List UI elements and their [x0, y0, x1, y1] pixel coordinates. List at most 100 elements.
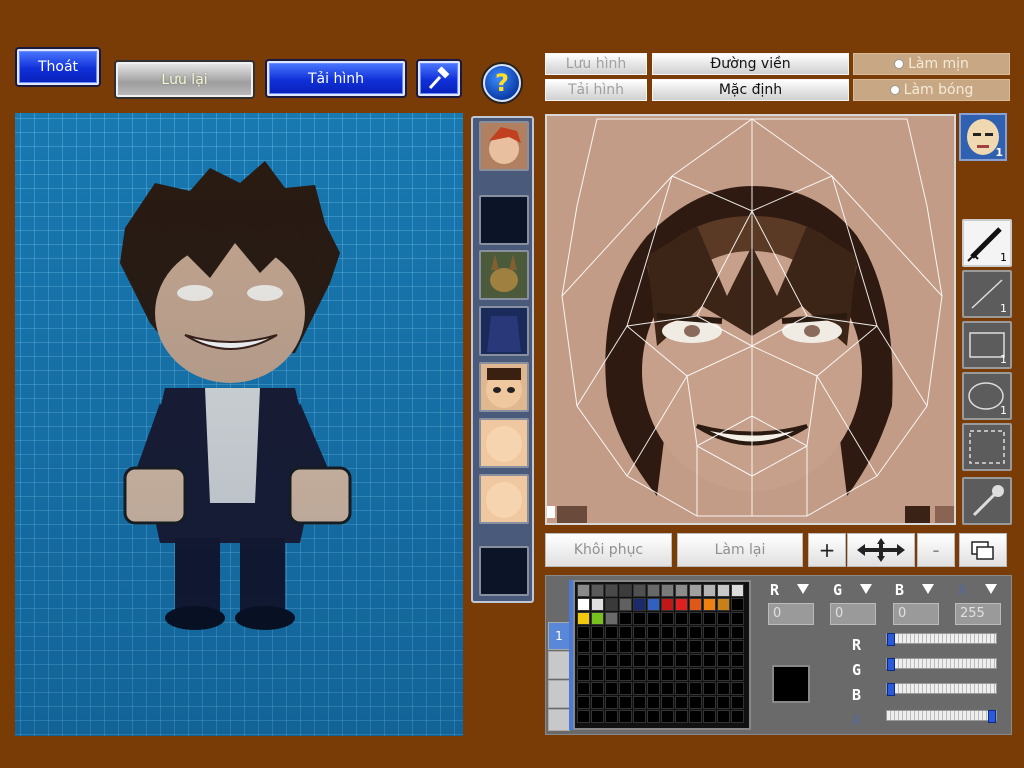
save-button[interactable]: Lưu lại — [116, 62, 253, 97]
palette-cell[interactable] — [591, 584, 604, 597]
default-button[interactable]: Mặc định — [652, 79, 849, 101]
pen-tool[interactable]: 1 — [962, 219, 1012, 267]
palette-cell[interactable] — [577, 696, 590, 709]
palette-cell[interactable] — [675, 598, 688, 611]
palette-cell[interactable] — [675, 654, 688, 667]
part-slot-creature[interactable] — [479, 250, 529, 300]
palette-cell[interactable] — [591, 612, 604, 625]
palette-cell[interactable] — [675, 640, 688, 653]
load-image-button[interactable]: Tải hình — [545, 79, 647, 101]
save-image-button[interactable]: Lưu hình — [545, 53, 647, 75]
palette-cell[interactable] — [633, 682, 646, 695]
palette-cell[interactable] — [661, 598, 674, 611]
palette-cell[interactable] — [577, 710, 590, 723]
palette-cell[interactable] — [619, 626, 632, 639]
palette-cell[interactable] — [675, 696, 688, 709]
green-slider[interactable] — [886, 658, 997, 671]
part-slot-face-2[interactable] — [479, 418, 529, 468]
palette-cell[interactable] — [689, 696, 702, 709]
palette-cell[interactable] — [661, 668, 674, 681]
red-slider-knob[interactable] — [887, 633, 895, 646]
palette-cell[interactable] — [633, 626, 646, 639]
alpha-value-input[interactable]: 255 — [955, 603, 1001, 625]
part-slot-head[interactable] — [479, 121, 529, 171]
palette-cell[interactable] — [647, 584, 660, 597]
palette-cell[interactable] — [689, 612, 702, 625]
palette-cell[interactable] — [577, 598, 590, 611]
palette-cell[interactable] — [647, 598, 660, 611]
palette-cell[interactable] — [605, 640, 618, 653]
palette-cell[interactable] — [647, 640, 660, 653]
palette-cell[interactable] — [647, 612, 660, 625]
palette-cell[interactable] — [689, 640, 702, 653]
palette-cell[interactable] — [689, 654, 702, 667]
palette-cell[interactable] — [605, 626, 618, 639]
palette-cell[interactable] — [689, 668, 702, 681]
palette-cell[interactable] — [675, 668, 688, 681]
palette-cell[interactable] — [717, 598, 730, 611]
shade-radio[interactable]: Làm bóng — [853, 79, 1010, 101]
palette-cell[interactable] — [717, 668, 730, 681]
palette-cell[interactable] — [717, 710, 730, 723]
palette-cell[interactable] — [689, 626, 702, 639]
help-button[interactable]: ? — [483, 64, 521, 102]
palette-cell[interactable] — [591, 626, 604, 639]
palette-cell[interactable] — [591, 654, 604, 667]
palette-cell[interactable] — [619, 584, 632, 597]
palette-cell[interactable] — [731, 710, 744, 723]
palette-cell[interactable] — [619, 696, 632, 709]
palette-tab-4[interactable] — [548, 709, 570, 731]
zoom-in-button[interactable]: + — [808, 533, 846, 567]
palette-cell[interactable] — [633, 598, 646, 611]
palette-cell[interactable] — [703, 682, 716, 695]
palette-cell[interactable] — [619, 668, 632, 681]
palette-cell[interactable] — [717, 696, 730, 709]
select-tool[interactable] — [962, 423, 1012, 471]
palette-cell[interactable] — [661, 654, 674, 667]
palette-cell[interactable] — [703, 654, 716, 667]
palette-cell[interactable] — [661, 682, 674, 695]
part-slot-face-3[interactable] — [479, 474, 529, 524]
face-thumbnail[interactable]: 1 — [959, 113, 1007, 161]
palette-cell[interactable] — [591, 668, 604, 681]
hammer-button[interactable] — [418, 61, 460, 96]
palette-cell[interactable] — [675, 612, 688, 625]
palette-cell[interactable] — [591, 710, 604, 723]
palette-cell[interactable] — [605, 654, 618, 667]
palette-tab-1[interactable]: 1 — [548, 622, 570, 650]
palette-cell[interactable] — [633, 696, 646, 709]
palette-cell[interactable] — [731, 584, 744, 597]
palette-cell[interactable] — [731, 696, 744, 709]
palette-cell[interactable] — [731, 654, 744, 667]
redo-button[interactable]: Làm lại — [677, 533, 803, 567]
alpha-dropdown-icon[interactable] — [983, 582, 999, 596]
blue-slider-knob[interactable] — [887, 683, 895, 696]
zoom-out-button[interactable]: - — [917, 533, 955, 567]
palette-cell[interactable] — [605, 598, 618, 611]
layers-button[interactable] — [959, 533, 1007, 567]
part-slot-empty-2[interactable] — [479, 546, 529, 596]
palette-cell[interactable] — [703, 696, 716, 709]
palette-cell[interactable] — [619, 682, 632, 695]
palette-cell[interactable] — [689, 682, 702, 695]
palette-cell[interactable] — [661, 612, 674, 625]
palette-cell[interactable] — [591, 696, 604, 709]
blue-slider[interactable] — [886, 683, 997, 696]
palette-cell[interactable] — [689, 598, 702, 611]
move-button[interactable] — [847, 533, 915, 567]
palette-cell[interactable] — [731, 640, 744, 653]
palette-cell[interactable] — [633, 710, 646, 723]
part-slot-face-1[interactable] — [479, 362, 529, 412]
palette-cell[interactable] — [591, 640, 604, 653]
palette-cell[interactable] — [731, 598, 744, 611]
alpha-slider-knob[interactable] — [988, 710, 996, 723]
palette-cell[interactable] — [605, 668, 618, 681]
palette-cell[interactable] — [619, 654, 632, 667]
palette-cell[interactable] — [647, 696, 660, 709]
palette-cell[interactable] — [633, 640, 646, 653]
palette-cell[interactable] — [633, 654, 646, 667]
palette-cell[interactable] — [619, 640, 632, 653]
part-slot-outfit[interactable] — [479, 306, 529, 356]
palette-cell[interactable] — [661, 710, 674, 723]
palette-cell[interactable] — [731, 612, 744, 625]
